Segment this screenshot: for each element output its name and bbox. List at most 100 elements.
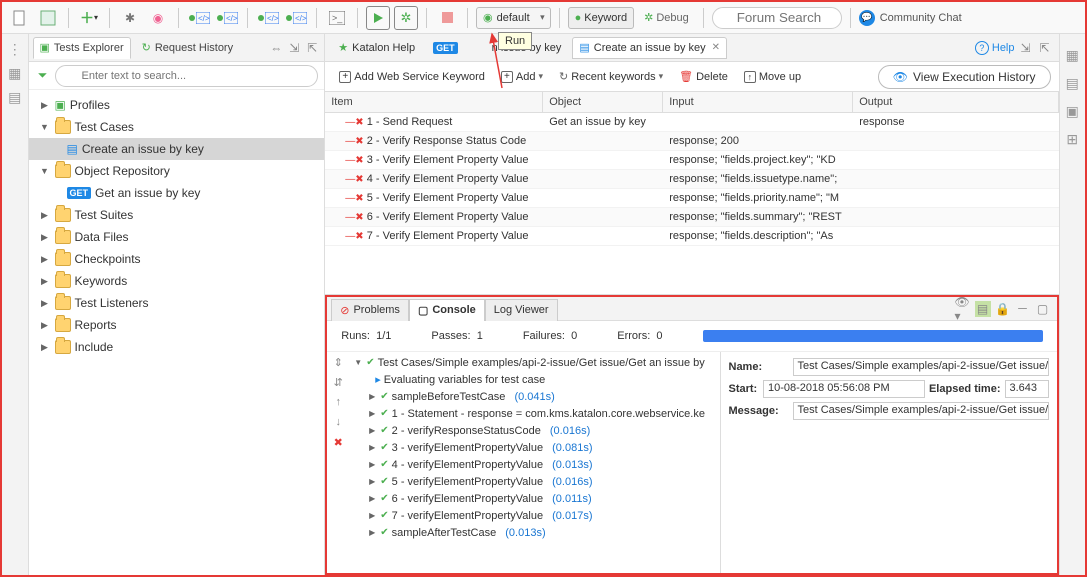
tree-keywords[interactable]: ▶Keywords — [29, 270, 325, 292]
table-row[interactable]: —✖ 2 - Verify Response Status Coderespon… — [325, 132, 1058, 151]
tree-test-listeners[interactable]: ▶Test Listeners — [29, 292, 325, 314]
code-icon-1[interactable]: </> — [187, 6, 211, 30]
detail-msg-value: Test Cases/Simple examples/api-2-issue/G… — [793, 402, 1049, 420]
forum-search-input[interactable] — [712, 7, 842, 29]
debug-button[interactable]: ✲Debug — [638, 7, 695, 29]
result-before[interactable]: sampleBeforeTestCase — [392, 391, 506, 403]
rrail-icon-3[interactable]: ▣ — [1063, 102, 1081, 120]
result-s3[interactable]: 3 - verifyElementPropertyValue — [392, 442, 543, 454]
close-icon[interactable]: ✕ — [712, 42, 720, 53]
detail-msg-label: Message: — [729, 405, 789, 417]
result-after[interactable]: sampleAfterTestCase — [392, 527, 497, 539]
lock-icon[interactable]: 🔒 — [995, 301, 1011, 317]
tree-data-files[interactable]: ▶Data Files — [29, 226, 325, 248]
expand-all-icon[interactable]: ⇕ — [331, 356, 345, 370]
tree-create-issue[interactable]: ▤Create an issue by key — [29, 138, 325, 160]
minimize-icon[interactable]: － — [1015, 301, 1031, 317]
add-ws-keyword-button[interactable]: +Add Web Service Keyword — [333, 66, 491, 88]
result-s6[interactable]: 6 - verifyElementPropertyValue — [392, 493, 543, 505]
expand-icon[interactable]: ⇱ — [304, 40, 320, 56]
tab-tests-explorer[interactable]: ▣Tests Explorer — [33, 37, 131, 59]
min-icon[interactable]: ⇲ — [1018, 40, 1034, 56]
moveup-button[interactable]: ↑Move up — [738, 66, 807, 88]
community-chat-button[interactable]: 💬Community Chat — [859, 10, 962, 26]
run-button[interactable] — [366, 6, 390, 30]
tree-include[interactable]: ▶Include — [29, 336, 325, 358]
tree-checkpoints[interactable]: ▶Checkpoints — [29, 248, 325, 270]
code-icon-4[interactable]: </> — [284, 6, 308, 30]
stop-button[interactable] — [435, 6, 459, 30]
record-icon[interactable]: ◉ — [146, 6, 170, 30]
save-icon[interactable] — [36, 6, 60, 30]
max-icon[interactable]: ⇱ — [1037, 40, 1053, 56]
tree-obj-repo[interactable]: ▼Object Repository — [29, 160, 325, 182]
code-icon-2[interactable]: </> — [215, 6, 239, 30]
result-root[interactable]: Test Cases/Simple examples/api-2-issue/G… — [378, 357, 705, 369]
tree-profiles[interactable]: ▶▣Profiles — [29, 94, 325, 116]
result-s1[interactable]: 1 - Statement - response = com.kms.katal… — [392, 408, 705, 420]
rrail-icon-2[interactable]: ▤ — [1063, 74, 1081, 92]
result-eval[interactable]: Evaluating variables for test case — [384, 374, 545, 386]
next-icon[interactable]: ↓ — [331, 416, 345, 430]
tree-get-issue[interactable]: GETGet an issue by key — [29, 182, 325, 204]
explorer-search-input[interactable] — [55, 65, 319, 87]
stats-row: Runs: 1/1 Passes: 1 Failures: 0 Errors: … — [327, 321, 1056, 351]
profile-select[interactable]: ◉default — [476, 7, 551, 29]
add-dropdown[interactable]: +Add — [495, 66, 549, 88]
fail-icon[interactable]: ✖ — [331, 436, 345, 450]
link-icon[interactable]: ⇔ — [268, 40, 284, 56]
result-s2[interactable]: 2 - verifyResponseStatusCode — [392, 425, 541, 437]
result-s4[interactable]: 4 - verifyElementPropertyValue — [392, 459, 543, 471]
terminal-icon[interactable]: >_ — [325, 6, 349, 30]
runs-stat: Runs: 1/1 — [341, 330, 391, 342]
svg-text:</>: </> — [295, 14, 307, 23]
add-dropdown-icon[interactable]: ＋▾ — [77, 6, 101, 30]
help-button[interactable]: ?Help — [975, 41, 1015, 55]
btab-problems[interactable]: ⊘Problems — [331, 299, 409, 321]
passes-stat: Passes: 1 — [431, 330, 482, 342]
table-row[interactable]: —✖ 5 - Verify Element Property Valueresp… — [325, 189, 1058, 208]
collapse-all-icon[interactable]: ⇵ — [331, 376, 345, 390]
detail-elapsed-label: Elapsed time: — [929, 383, 1001, 395]
spy-icon[interactable]: ✱ — [118, 6, 142, 30]
etab-create-issue[interactable]: ▤Create an issue by key✕ — [572, 37, 727, 59]
prev-icon[interactable]: ↑ — [331, 396, 345, 410]
steps-grid: Item Object Input Output —✖ 1 - Send Req… — [325, 92, 1058, 295]
tree-test-cases[interactable]: ▼Test Cases — [29, 116, 325, 138]
editor-controls: +Add Web Service Keyword +Add ↻Recent ke… — [325, 62, 1058, 92]
rrail-icon-4[interactable]: ⊞ — [1063, 130, 1081, 148]
btab-log-viewer[interactable]: Log Viewer — [485, 299, 558, 321]
rail-icon-2[interactable]: ▦ — [6, 64, 24, 82]
delete-button[interactable]: 🗑Delete — [673, 66, 734, 88]
code-icon-3[interactable]: </> — [256, 6, 280, 30]
tab-request-history[interactable]: ↻Request History — [135, 37, 240, 59]
detail-start-label: Start: — [729, 383, 759, 395]
svg-text:>_: >_ — [332, 13, 343, 23]
table-row[interactable]: —✖ 1 - Send RequestGet an issue by keyre… — [325, 113, 1058, 132]
filter-icon[interactable]: ⏷ — [35, 68, 51, 84]
table-row[interactable]: —✖ 4 - Verify Element Property Valueresp… — [325, 170, 1058, 189]
rail-icon-1[interactable]: ⋮ — [6, 40, 24, 58]
failures-stat: Failures: 0 — [523, 330, 577, 342]
editor-tabs: ★Katalon Help GETn issue by key ▤Create … — [325, 34, 1058, 62]
view-execution-history-button[interactable]: 👁View Execution History — [878, 65, 1051, 89]
restore-icon[interactable]: ▢ — [1035, 301, 1051, 317]
new-icon[interactable] — [8, 6, 32, 30]
tree-test-suites[interactable]: ▶Test Suites — [29, 204, 325, 226]
eye-icon[interactable]: 👁▾ — [955, 301, 971, 317]
result-s5[interactable]: 5 - verifyElementPropertyValue — [392, 476, 543, 488]
table-row[interactable]: —✖ 7 - Verify Element Property Valueresp… — [325, 227, 1058, 246]
table-row[interactable]: —✖ 6 - Verify Element Property Valueresp… — [325, 208, 1058, 227]
rrail-icon-1[interactable]: ▦ — [1063, 46, 1081, 64]
btab-console[interactable]: ▢Console — [409, 299, 485, 321]
rail-icon-3[interactable]: ▤ — [6, 88, 24, 106]
debug-run-button[interactable]: ✲ — [394, 6, 418, 30]
etab-katalon-help[interactable]: ★Katalon Help — [331, 37, 422, 59]
table-row[interactable]: —✖ 3 - Verify Element Property Valueresp… — [325, 151, 1058, 170]
recent-keywords-dropdown[interactable]: ↻Recent keywords — [553, 66, 669, 88]
result-s7[interactable]: 7 - verifyElementPropertyValue — [392, 510, 543, 522]
collapse-icon[interactable]: ⇲ — [286, 40, 302, 56]
keyword-button[interactable]: ●Keyword — [568, 7, 634, 29]
tree-reports[interactable]: ▶Reports — [29, 314, 325, 336]
tree-mode-icon[interactable]: ▤ — [975, 301, 991, 317]
